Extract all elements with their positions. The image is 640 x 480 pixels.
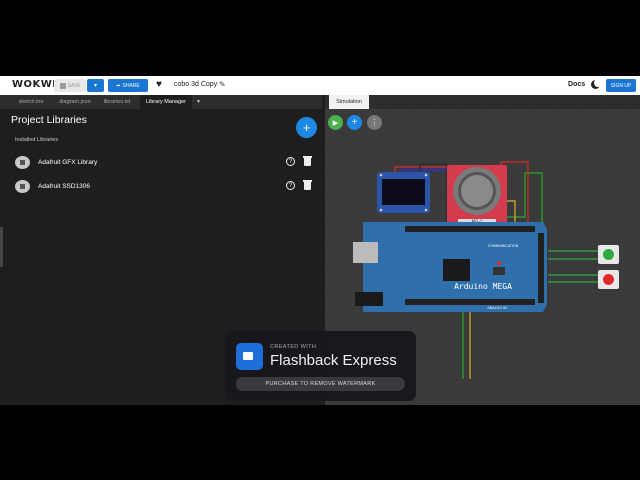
- simulation-tabs: Simulation: [325, 95, 640, 109]
- chevron-down-icon: ▾: [93, 83, 97, 89]
- watermark-caption: CREATED WITH: [270, 344, 317, 350]
- gas-sensor[interactable]: MQ-2: [447, 165, 507, 225]
- top-bar: WOKWI SAVE ▾ ➦ SHARE ♥ cobo 3d Copy ✎ Do…: [0, 76, 640, 95]
- help-icon[interactable]: ?: [286, 181, 295, 190]
- pane-resizer[interactable]: [0, 227, 3, 267]
- heart-icon[interactable]: ♥: [156, 79, 162, 91]
- library-name: Adafruit SSD1306: [38, 183, 91, 190]
- section-heading: Installed Libraries: [15, 137, 59, 143]
- library-item: Adafruit GFX Library ?: [13, 152, 318, 172]
- red-pushbutton[interactable]: [598, 270, 619, 289]
- wokwi-logo[interactable]: WOKWI: [12, 79, 57, 90]
- save-icon: [59, 82, 66, 89]
- add-library-button[interactable]: +: [296, 117, 317, 138]
- green-pushbutton[interactable]: [598, 245, 619, 264]
- board-header-text: COMMUNICATION: [488, 244, 519, 248]
- project-name[interactable]: cobo 3d Copy: [174, 81, 217, 88]
- tab-simulation[interactable]: Simulation: [329, 95, 369, 109]
- dark-mode-icon[interactable]: [591, 79, 602, 89]
- trash-icon[interactable]: [303, 156, 312, 166]
- app-window: WOKWI SAVE ▾ ➦ SHARE ♥ cobo 3d Copy ✎ Do…: [0, 76, 640, 405]
- library-icon: [15, 156, 30, 169]
- watermark-brand: Flashback Express: [270, 352, 397, 369]
- camera-icon: [236, 343, 263, 370]
- watermark-overlay: CREATED WITH Flashback Express PURCHASE …: [225, 331, 416, 401]
- tab-libraries[interactable]: libraries.txt: [96, 95, 138, 109]
- board-bottom-text: ANALOG IN: [487, 306, 507, 310]
- share-icon: ➦: [116, 82, 121, 89]
- tab-library-manager[interactable]: Library Manager: [140, 95, 192, 109]
- editor-tabs: sketch.ino diagram.json libraries.txt Li…: [0, 95, 322, 109]
- page-title: Project Libraries: [11, 114, 87, 126]
- library-item: Adafruit SSD1306 ?: [13, 176, 318, 196]
- save-label: SAVE: [67, 82, 81, 89]
- library-name: Adafruit GFX Library: [38, 159, 98, 166]
- sign-up-button[interactable]: SIGN UP: [606, 79, 636, 92]
- save-dropdown-button[interactable]: ▾: [87, 79, 104, 92]
- library-icon: [15, 180, 30, 193]
- tab-menu-icon[interactable]: ▼: [196, 99, 201, 105]
- board-label: Arduino MEGA: [454, 282, 512, 291]
- tab-diagram[interactable]: diagram.json: [54, 95, 96, 109]
- save-button[interactable]: SAVE: [54, 79, 86, 92]
- tab-sketch[interactable]: sketch.ino: [8, 95, 54, 109]
- share-button[interactable]: ➦ SHARE: [108, 79, 148, 92]
- docs-link[interactable]: Docs: [568, 81, 585, 88]
- help-icon[interactable]: ?: [286, 157, 295, 166]
- share-label: SHARE: [122, 82, 140, 89]
- arduino-mega-board[interactable]: COMMUNICATION Arduino MEGA ANALOG IN: [353, 222, 547, 312]
- pencil-icon[interactable]: ✎: [219, 80, 226, 89]
- oled-display[interactable]: [377, 172, 430, 213]
- purchase-button[interactable]: PURCHASE TO REMOVE WATERMARK: [236, 377, 405, 391]
- trash-icon[interactable]: [303, 180, 312, 190]
